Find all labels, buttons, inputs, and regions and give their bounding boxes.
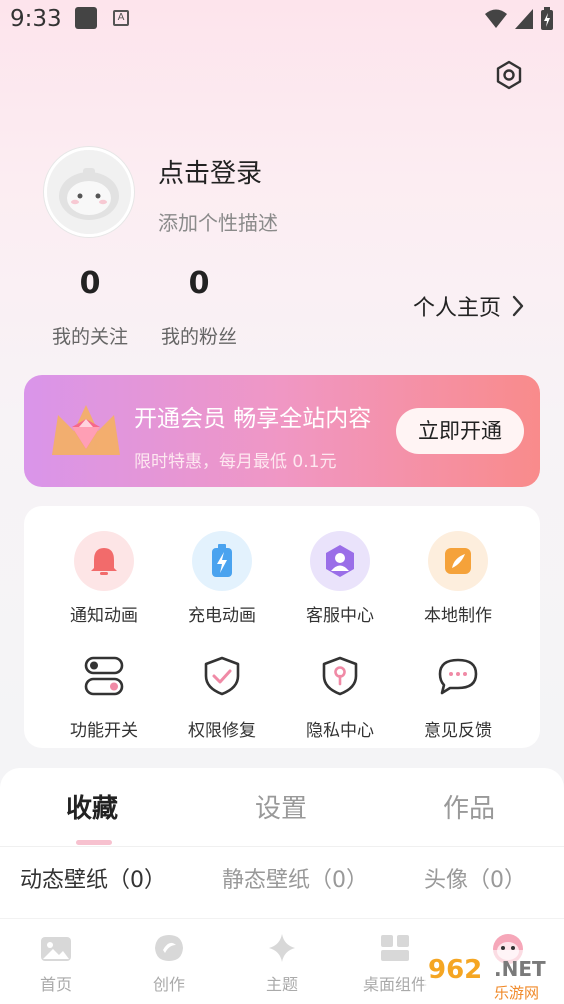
followers-stat[interactable]: 0 我的粉丝 [149,266,249,349]
func-label: 通知动画 [70,606,138,626]
subtab-live-wallpaper[interactable]: 动态壁纸（0） [20,862,166,894]
vip-banner[interactable]: 开通会员 畅享全站内容 限时特惠，每月最低 0.1元 立即开通 [24,375,540,487]
nav-theme[interactable]: 主题 [237,933,327,995]
customer-service-icon [310,531,370,591]
tab-settings[interactable]: 设置 [255,788,307,825]
toggle-icon [74,646,134,706]
func-label: 功能开关 [70,721,138,741]
following-stat[interactable]: 0 我的关注 [40,266,140,349]
svg-text:962: 962 [428,955,482,985]
func-label: 本地制作 [424,606,492,626]
nav-home-label: 首页 [39,975,72,994]
nav-theme-label: 主题 [265,975,298,994]
settings-button[interactable] [490,56,528,94]
func-label: 权限修复 [188,721,256,741]
activate-vip-button[interactable]: 立即开通 [396,408,524,454]
nav-create[interactable]: 创作 [124,933,214,995]
sparkle-icon [269,934,295,962]
feature-toggle-item[interactable]: 功能开关 [45,646,163,741]
following-label: 我的关注 [51,326,128,348]
customer-service-item[interactable]: 客服中心 [281,531,399,626]
gear-icon [496,60,522,90]
tab-favorites[interactable]: 收藏 [66,788,118,825]
nav-create-label: 创作 [152,975,185,994]
keyboard-a-icon: A [113,10,129,26]
feedback-item[interactable]: 意见反馈 [399,646,517,741]
profile-description[interactable]: 添加个性描述 [158,207,278,236]
subtab-static-wallpaper[interactable]: 静态壁纸（0） [222,862,368,894]
nav-home[interactable]: 首页 [11,933,101,995]
tab-works[interactable]: 作品 [443,788,495,825]
divider [0,846,564,847]
widgets-icon [381,935,409,961]
privacy-center-item[interactable]: 隐私中心 [281,646,399,741]
notification-square-icon [75,7,97,29]
privacy-lock-icon [310,646,370,706]
chevron-right-icon [512,295,524,317]
subtab-avatar[interactable]: 头像（0） [424,862,526,894]
followers-label: 我的粉丝 [160,326,237,348]
personal-homepage-label: 个人主页 [413,296,502,321]
status-time: 9:33 [10,6,62,32]
function-grid: 通知动画 充电动画 客服中心 本地制作 功能开关 权限修复 隐私中心 意见反馈 [24,506,540,748]
create-icon [155,935,183,961]
vip-title: 开通会员 畅享全站内容 [134,406,372,432]
notification-animation-item[interactable]: 通知动画 [45,531,163,626]
shield-check-icon [192,646,252,706]
watermark-logo: 962 .NET 乐游网 [424,950,560,1002]
login-link[interactable]: 点击登录 [158,153,262,190]
tab-indicator [76,840,112,845]
vip-crown-icon [52,405,120,455]
func-label: 充电动画 [188,606,256,626]
chat-bubble-icon [428,646,488,706]
svg-text:乐游网: 乐游网 [494,984,539,1002]
status-bar: 9:33 A [0,0,564,40]
home-image-icon [41,937,71,961]
status-icons [484,7,554,31]
battery-icon [192,531,252,591]
default-avatar-icon [47,150,131,234]
svg-text:.NET: .NET [494,957,546,981]
local-create-item[interactable]: 本地制作 [399,531,517,626]
func-label: 意见反馈 [424,721,492,741]
battery-status-icon [541,7,553,30]
pen-icon [428,531,488,591]
signal-icon [515,9,533,29]
wifi-icon [485,9,507,28]
personal-homepage-link[interactable]: 个人主页 [413,290,525,322]
avatar[interactable] [44,147,134,237]
vip-subtitle: 限时特惠，每月最低 0.1元 [134,452,337,472]
func-label: 隐私中心 [306,721,374,741]
permission-repair-item[interactable]: 权限修复 [163,646,281,741]
charging-animation-item[interactable]: 充电动画 [163,531,281,626]
func-label: 客服中心 [306,606,374,626]
followers-count: 0 [188,266,210,301]
bell-icon [74,531,134,591]
following-count: 0 [79,266,101,301]
